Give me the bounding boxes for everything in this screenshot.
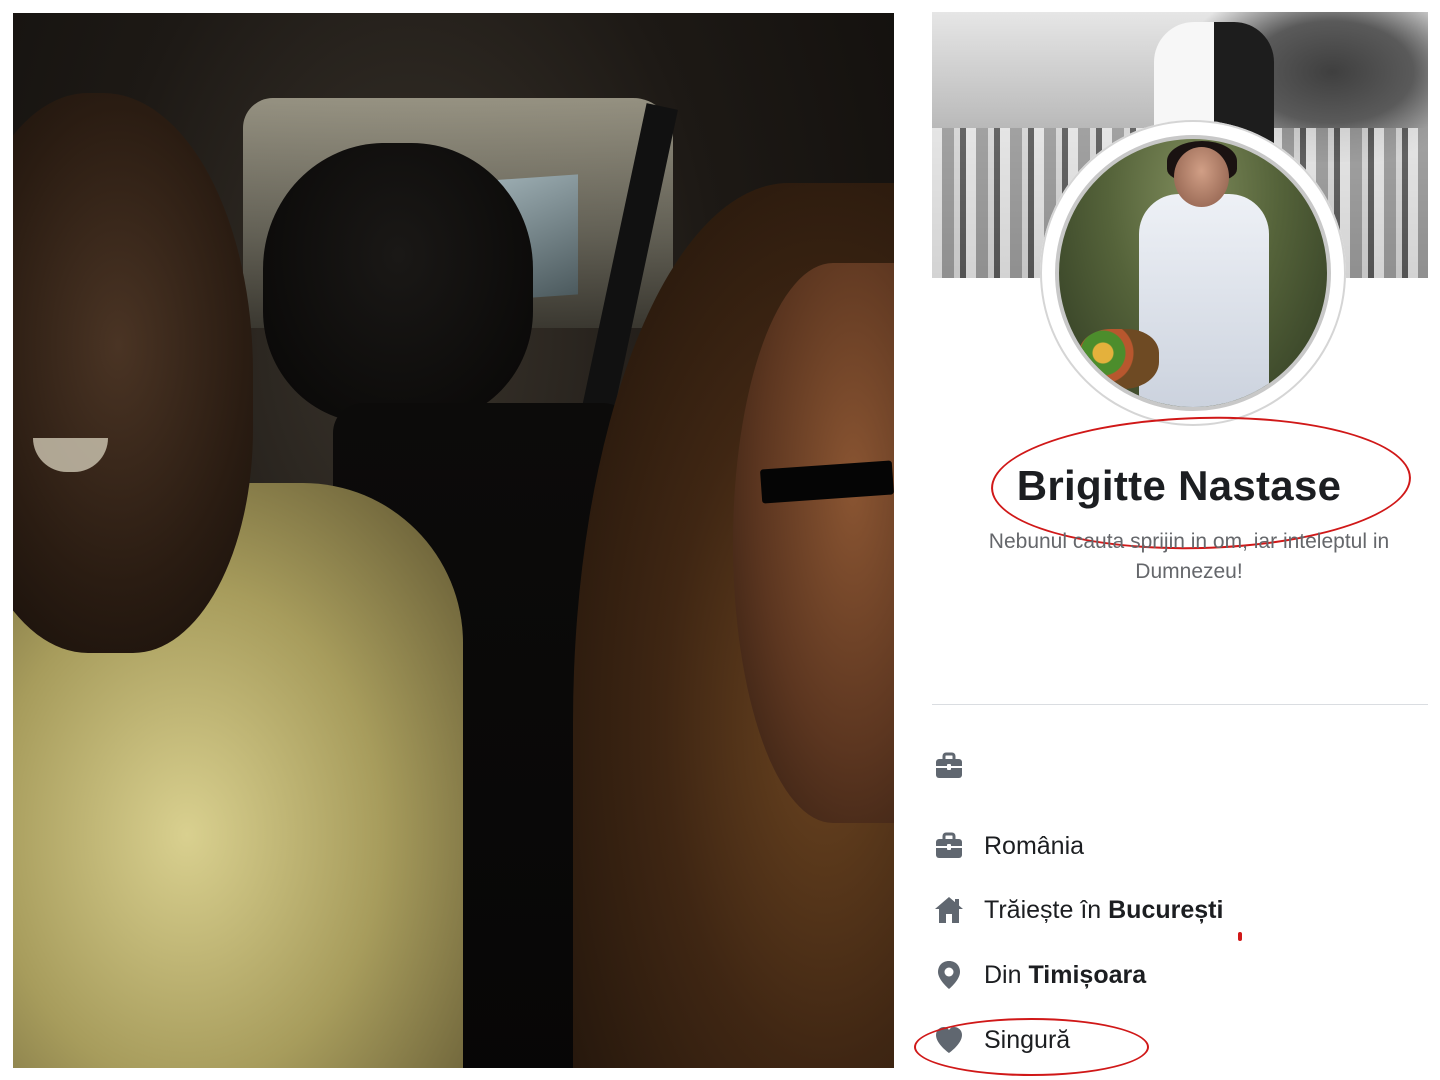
section-divider — [932, 704, 1428, 705]
briefcase-icon — [932, 749, 966, 783]
about-row-work[interactable]: România — [932, 826, 1428, 866]
about-lives-place[interactable]: București — [1108, 896, 1223, 924]
avatar-dress — [1139, 194, 1269, 407]
about-row-lives[interactable]: Trăiește în București — [932, 890, 1428, 930]
annotation-oval-status — [914, 1018, 1149, 1076]
profile-avatar[interactable] — [1055, 135, 1331, 411]
about-row-work-hidden[interactable] — [932, 746, 1428, 786]
about-work-text: România — [984, 831, 1085, 860]
home-icon — [932, 893, 966, 927]
briefcase-icon — [932, 829, 966, 863]
avatar-basket — [1079, 329, 1159, 389]
facebook-profile-panel: Brigitte Nastase Nebunul cauta sprijin i… — [914, 0, 1440, 1080]
about-lives-text: Trăiește în București — [984, 896, 1223, 925]
about-from-place[interactable]: Timișoara — [1028, 961, 1146, 989]
about-from-text: Din Timișoara — [984, 961, 1146, 990]
about-from-prefix: Din — [984, 960, 1029, 989]
about-lives-prefix: Trăiește în — [984, 895, 1109, 924]
man-face — [13, 93, 253, 653]
avatar-head — [1174, 147, 1229, 207]
annotation-dot — [1238, 932, 1242, 941]
car-headrest — [263, 143, 533, 423]
location-pin-icon — [932, 958, 966, 992]
selfie-video-frame — [13, 13, 894, 1068]
about-row-from[interactable]: Din Timișoara — [932, 955, 1428, 995]
profile-bio: Nebunul cauta sprijin in om, iar intelep… — [988, 530, 1390, 583]
